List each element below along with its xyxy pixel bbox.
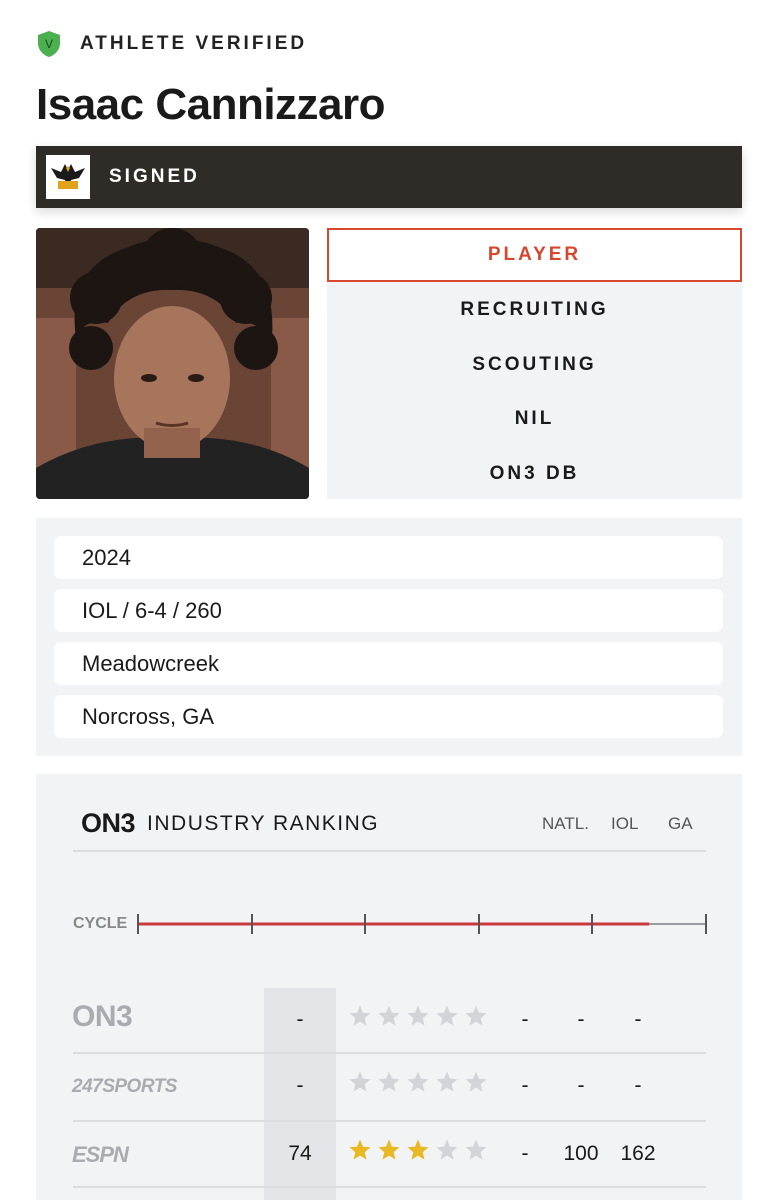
col-head-state: GA xyxy=(668,814,693,833)
247-score: - xyxy=(296,1074,304,1097)
cycle-timeline xyxy=(137,914,707,934)
star-empty-icon xyxy=(436,1071,458,1092)
athlete-info-card: 2024 IOL / 6-4 / 260 Meadowcreek Norcros… xyxy=(36,518,742,756)
verified-label: ATHLETE VERIFIED xyxy=(80,33,308,54)
on3-position-rank: - xyxy=(577,1008,585,1031)
247-state-rank: - xyxy=(634,1074,642,1097)
247-position-rank: - xyxy=(577,1074,585,1097)
on3-score: - xyxy=(296,1008,304,1031)
ranking-title: INDUSTRY RANKING xyxy=(147,811,380,835)
athlete-verified-badge: V ATHLETE VERIFIED xyxy=(36,30,307,58)
divider xyxy=(73,1186,706,1188)
247-natl-rank: - xyxy=(521,1074,529,1097)
on3-stars xyxy=(348,1004,488,1028)
athlete-photo xyxy=(36,228,309,499)
espn-natl-rank: - xyxy=(521,1142,529,1165)
star-empty-icon xyxy=(349,1005,371,1026)
star-empty-icon xyxy=(349,1071,371,1092)
divider xyxy=(73,1052,706,1054)
athlete-name: Isaac Cannizzaro xyxy=(36,80,386,129)
star-filled-icon xyxy=(349,1139,371,1160)
cycle-label: CYCLE xyxy=(73,915,128,932)
espn-state-rank: 162 xyxy=(620,1142,656,1165)
position-size: IOL / 6-4 / 260 xyxy=(54,589,723,632)
tab-nil[interactable]: NIL xyxy=(327,392,742,446)
class-year: 2024 xyxy=(54,536,723,579)
profile-tabs: PLAYER RECRUITING SCOUTING NIL ON3 DB xyxy=(327,228,742,499)
divider xyxy=(73,1120,706,1122)
star-empty-icon xyxy=(436,1139,458,1160)
espn-stars xyxy=(348,1138,488,1162)
star-empty-icon xyxy=(465,1005,487,1026)
star-filled-icon xyxy=(407,1139,429,1160)
espn-position-rank: 100 xyxy=(563,1142,599,1165)
high-school-link[interactable]: Meadowcreek xyxy=(54,642,723,685)
col-head-natl: NATL. xyxy=(542,814,589,833)
on3-state-rank: - xyxy=(634,1008,642,1031)
tab-player[interactable]: PLAYER xyxy=(327,228,742,282)
on3-source-logo[interactable]: ON3 xyxy=(72,1000,133,1034)
on3-logo: ON3 xyxy=(81,808,136,838)
247sports-source-logo[interactable]: 247SPORTS xyxy=(72,1076,177,1098)
status-label: SIGNED xyxy=(109,166,200,187)
signed-status-bar[interactable]: SIGNED xyxy=(36,146,742,208)
star-filled-icon xyxy=(378,1139,400,1160)
star-empty-icon xyxy=(465,1071,487,1092)
col-head-position: IOL xyxy=(611,814,639,833)
verified-shield-icon: V xyxy=(38,31,60,57)
tab-on3-db[interactable]: ON3 DB xyxy=(327,447,742,501)
athlete-portrait xyxy=(36,228,309,499)
tab-recruiting[interactable]: RECRUITING xyxy=(327,283,742,337)
star-empty-icon xyxy=(378,1005,400,1026)
espn-score: 74 xyxy=(288,1142,312,1165)
on3-natl-rank: - xyxy=(521,1008,529,1031)
star-empty-icon xyxy=(407,1071,429,1092)
espn-source-logo[interactable]: ESPN xyxy=(72,1142,129,1168)
svg-text:V: V xyxy=(45,37,53,51)
star-empty-icon xyxy=(465,1139,487,1160)
star-empty-icon xyxy=(378,1071,400,1092)
divider xyxy=(73,850,706,852)
hometown: Norcross, GA xyxy=(54,695,723,738)
college-logo[interactable] xyxy=(46,155,90,199)
eagle-logo-icon xyxy=(51,164,85,189)
star-empty-icon xyxy=(436,1005,458,1026)
ranking-header: ON3 INDUSTRY RANKING xyxy=(81,808,379,839)
247-stars xyxy=(348,1070,488,1094)
tab-scouting[interactable]: SCOUTING xyxy=(327,338,742,392)
star-empty-icon xyxy=(407,1005,429,1026)
